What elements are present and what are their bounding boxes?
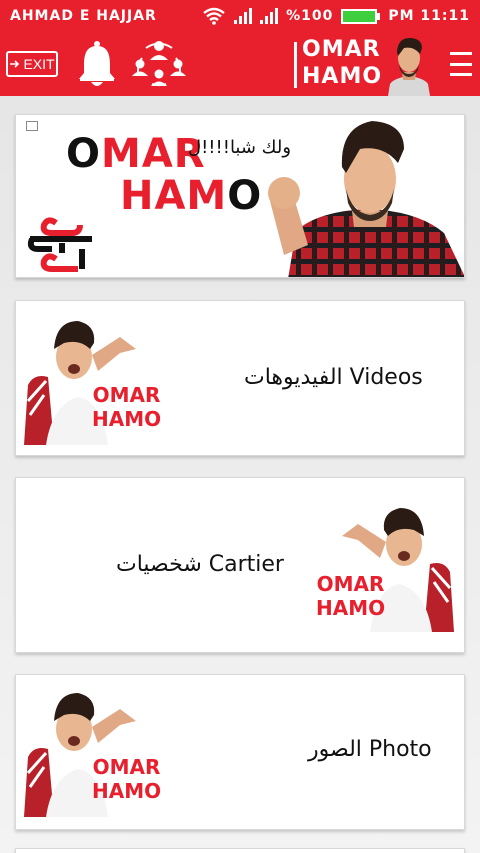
signal-icon (234, 8, 253, 24)
battery-icon (341, 8, 381, 24)
exit-button[interactable]: EXIT (6, 51, 58, 77)
brand-logo-text: OMAR HAMO (302, 36, 382, 90)
banner-title-letter: O (66, 131, 102, 177)
wifi-icon (203, 7, 225, 25)
thumbnail-line-1: OMAR (92, 383, 161, 407)
thumbnail-line-1: OMAR (316, 572, 385, 596)
status-bar: AHMAD E HAJJAR %100 PM 11:11 (0, 0, 480, 32)
card-label-photo: الصور Photo (308, 737, 432, 762)
signal-icon (260, 8, 279, 24)
brand-avatar (388, 37, 430, 96)
carrier-name: AHMAD E HAJJAR (10, 8, 157, 24)
card-thumbnail-caption: OMAR HAMO (316, 572, 385, 620)
card-label-videos: الفيديوهات Videos (244, 365, 423, 390)
card-label-cartier: شخصيات Cartier (116, 552, 284, 577)
brand-divider (294, 42, 297, 88)
banner-title-part: HAM (120, 173, 228, 219)
status-icons: %100 PM 11:11 (202, 7, 470, 25)
app-bar: EXIT OMAR HAMO (0, 32, 480, 96)
brand-line-1: OMAR (302, 37, 381, 62)
menu-card-partial[interactable] (15, 848, 465, 853)
thumbnail-line-1: OMAR (92, 755, 161, 779)
banner-person-image (268, 121, 464, 277)
share-network-icon[interactable] (132, 38, 186, 90)
menu-card-videos[interactable]: OMAR HAMO الفيديوهات Videos (15, 300, 465, 456)
banner-corner-icon (26, 121, 38, 131)
clock: PM 11:11 (388, 8, 470, 24)
arabic-logo-mark (27, 217, 92, 272)
card-thumbnail-caption: OMAR HAMO (92, 383, 161, 431)
bell-icon[interactable] (76, 39, 118, 89)
card-thumbnail-caption: OMAR HAMO (92, 755, 161, 803)
thumbnail-line-2: HAMO (316, 596, 386, 620)
exit-label: EXIT (23, 56, 55, 72)
brand-line-2: HAMO (302, 64, 383, 89)
thumbnail-line-2: HAMO (92, 779, 162, 803)
menu-card-photo[interactable]: OMAR HAMO الصور Photo (15, 674, 465, 830)
hero-banner[interactable]: OMAR HAMO ولك شبا!!!!ل (15, 114, 465, 278)
thumbnail-line-2: HAMO (92, 407, 162, 431)
exit-icon (10, 60, 20, 68)
menu-icon[interactable] (450, 52, 472, 76)
battery-percent: %100 (286, 8, 334, 24)
menu-card-cartier[interactable]: شخصيات Cartier OMAR HAMO (15, 477, 465, 653)
